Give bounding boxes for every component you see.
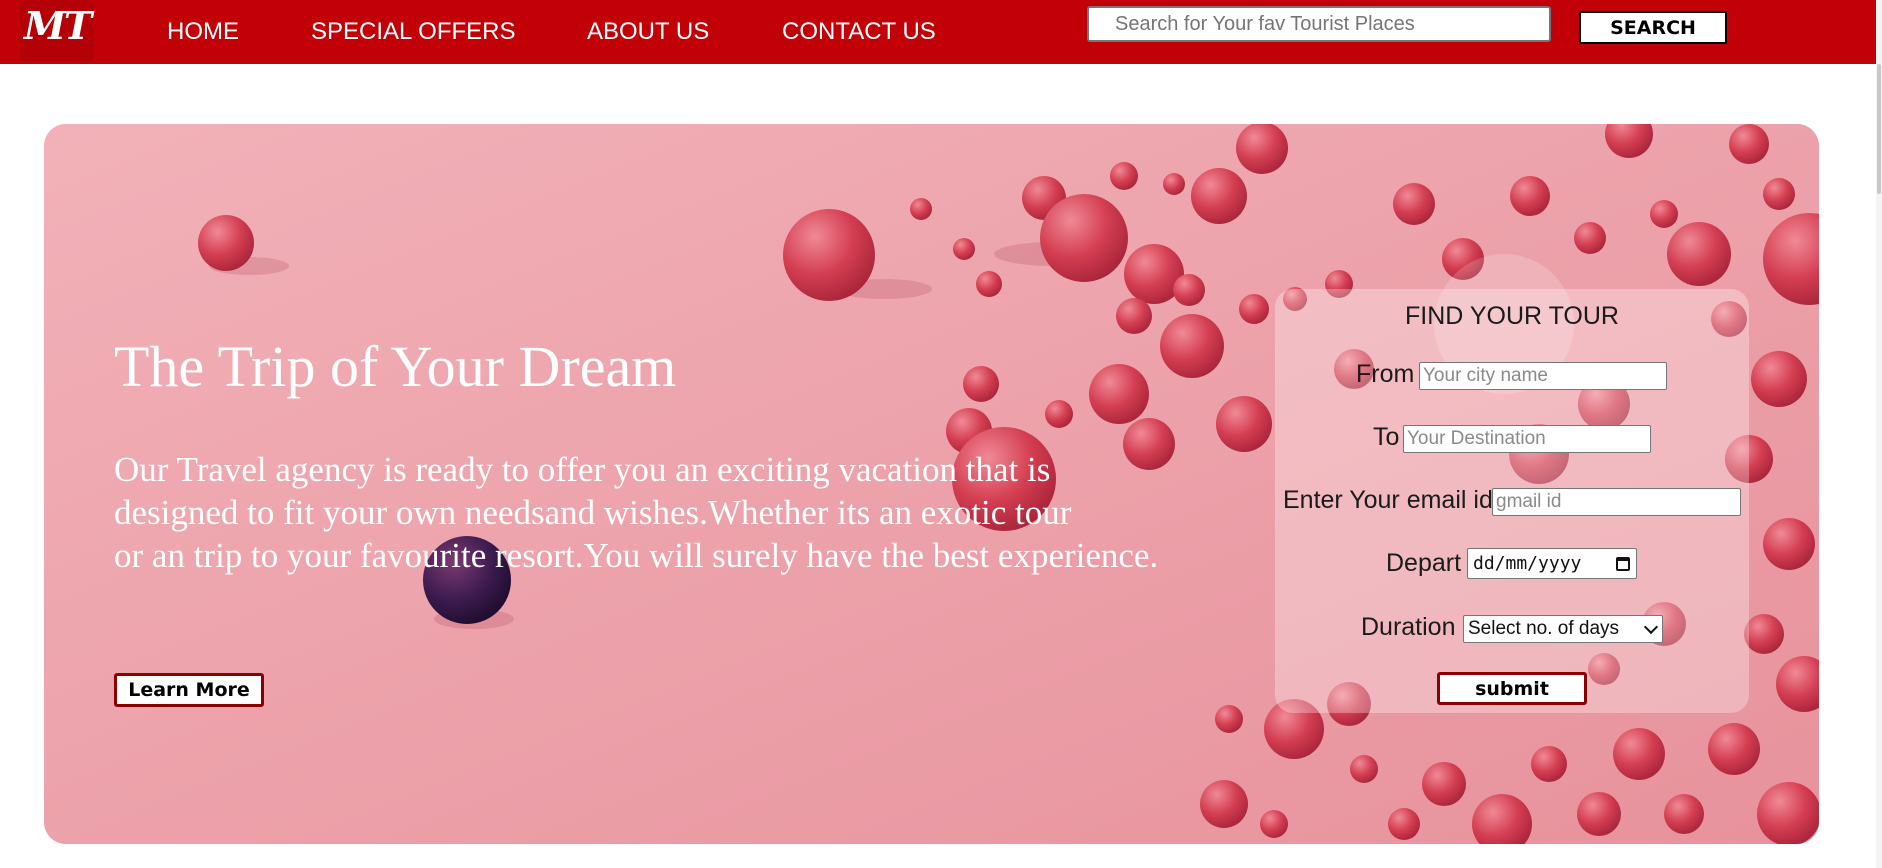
hero-description-line: or an trip to your favourite resort.You … — [114, 536, 1159, 575]
hero-description: Our Travel agency is ready to offer you … — [114, 448, 1254, 577]
hero-description-line: designed to fit your own needsand wishes… — [114, 493, 1072, 532]
hero-title: The Trip of Your Dream — [114, 334, 677, 399]
learn-more-button[interactable]: Learn More — [114, 673, 264, 707]
nav-link-contact-us[interactable]: CONTACT US — [782, 18, 936, 46]
submit-button[interactable]: submit — [1437, 672, 1587, 705]
from-label: From — [1356, 360, 1415, 388]
nav-link-home[interactable]: HOME — [167, 18, 239, 46]
depart-date-input[interactable]: dd/mm/yyyy — [1467, 548, 1637, 579]
nav-link-special-offers[interactable]: SPECIAL OFFERS — [311, 18, 516, 46]
nav-link-about-us[interactable]: ABOUT US — [587, 18, 709, 46]
hero-banner: The Trip of Your Dream Our Travel agency… — [44, 124, 1819, 844]
email-label: Enter Your email id — [1283, 486, 1493, 514]
duration-selected-value: Select no. of days — [1468, 618, 1620, 639]
to-label: To — [1373, 423, 1400, 451]
hero-description-line: Our Travel agency is ready to offer you … — [114, 450, 1051, 489]
calendar-icon[interactable] — [1616, 556, 1630, 571]
search-input[interactable] — [1087, 6, 1551, 42]
depart-date-value: dd/mm/yyyy — [1473, 553, 1582, 574]
duration-select[interactable]: Select no. of days — [1463, 615, 1663, 643]
chevron-down-icon — [1643, 619, 1659, 634]
duration-label: Duration — [1361, 613, 1456, 641]
email-input[interactable] — [1492, 488, 1741, 516]
destination-input[interactable] — [1403, 425, 1651, 453]
site-logo[interactable]: MT — [20, 0, 94, 62]
depart-label: Depart — [1386, 549, 1462, 577]
from-city-input[interactable] — [1419, 362, 1667, 390]
page-scrollbar-thumb[interactable] — [1877, 64, 1881, 194]
top-navigation-bar: MT HOME SPECIAL OFFERS ABOUT US CONTACT … — [0, 0, 1882, 64]
find-tour-title: FIND YOUR TOUR — [1405, 302, 1619, 330]
search-button[interactable]: SEARCH — [1579, 11, 1727, 44]
